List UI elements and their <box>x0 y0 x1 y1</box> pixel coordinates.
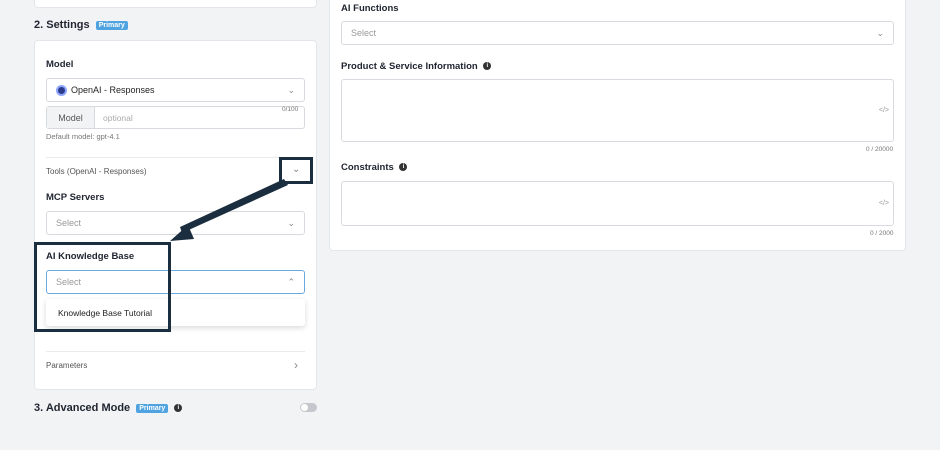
advanced-mode-heading-text: 3. Advanced Mode <box>34 402 131 414</box>
mcp-servers-placeholder: Select <box>56 218 82 228</box>
model-input-group: Model optional <box>46 106 305 129</box>
advanced-mode-toggle[interactable] <box>300 403 317 412</box>
divider <box>46 351 305 352</box>
default-model-hint: Default model: gpt-4.1 <box>46 132 120 141</box>
divider <box>46 157 305 158</box>
parameters-label: Parameters <box>46 361 88 370</box>
chevron-right-icon: › <box>294 358 298 372</box>
openai-icon <box>56 84 67 96</box>
toggle-knob <box>301 404 308 411</box>
mcp-servers-label: MCP Servers <box>46 192 105 203</box>
constraints-label-text: Constraints <box>341 162 394 173</box>
ai-functions-label: AI Functions <box>341 3 399 14</box>
primary-badge: Primary <box>95 20 128 30</box>
info-icon: i <box>483 62 492 71</box>
product-info-label: Product & Service Information i <box>341 61 492 72</box>
ai-functions-placeholder: Select <box>351 28 377 38</box>
annotation-arrow <box>170 179 288 241</box>
model-input-field[interactable]: optional <box>95 107 304 128</box>
product-info-label-text: Product & Service Information <box>341 61 478 72</box>
info-icon: i <box>174 404 183 413</box>
ai-functions-select[interactable]: Select ⌄ <box>341 21 894 45</box>
product-info-textarea[interactable]: </> <box>341 79 894 142</box>
constraints-label: Constraints i <box>341 162 408 173</box>
knowledge-base-highlight <box>34 242 171 332</box>
advanced-mode-heading: 3. Advanced Mode Primary i <box>34 402 183 414</box>
primary-badge: Primary <box>136 403 169 413</box>
code-icon[interactable]: </> <box>879 107 889 114</box>
constraints-counter: 0 / 2000 <box>870 230 894 237</box>
tools-label: Tools (OpenAI - Responses) <box>46 167 147 176</box>
chevron-down-icon: ⌄ <box>876 27 884 38</box>
chevron-down-icon: ⌄ <box>287 84 295 95</box>
settings-heading: 2. Settings Primary <box>34 19 128 31</box>
info-icon: i <box>399 163 408 172</box>
model-label: Model <box>46 59 74 70</box>
settings-heading-text: 2. Settings <box>34 19 90 31</box>
chevron-up-icon: ⌃ <box>287 276 295 287</box>
model-provider-value: OpenAI - Responses <box>71 85 155 95</box>
code-icon[interactable]: </> <box>879 200 889 207</box>
model-input-prefix: Model <box>47 107 95 128</box>
previous-section-card <box>34 0 317 8</box>
model-provider-select[interactable]: OpenAI - Responses ⌄ <box>46 78 305 102</box>
model-counter: 0/100 <box>282 106 299 113</box>
product-info-counter: 0 / 20000 <box>866 146 894 153</box>
constraints-textarea[interactable]: </> <box>341 181 894 226</box>
parameters-expand-button[interactable]: › <box>294 358 298 372</box>
